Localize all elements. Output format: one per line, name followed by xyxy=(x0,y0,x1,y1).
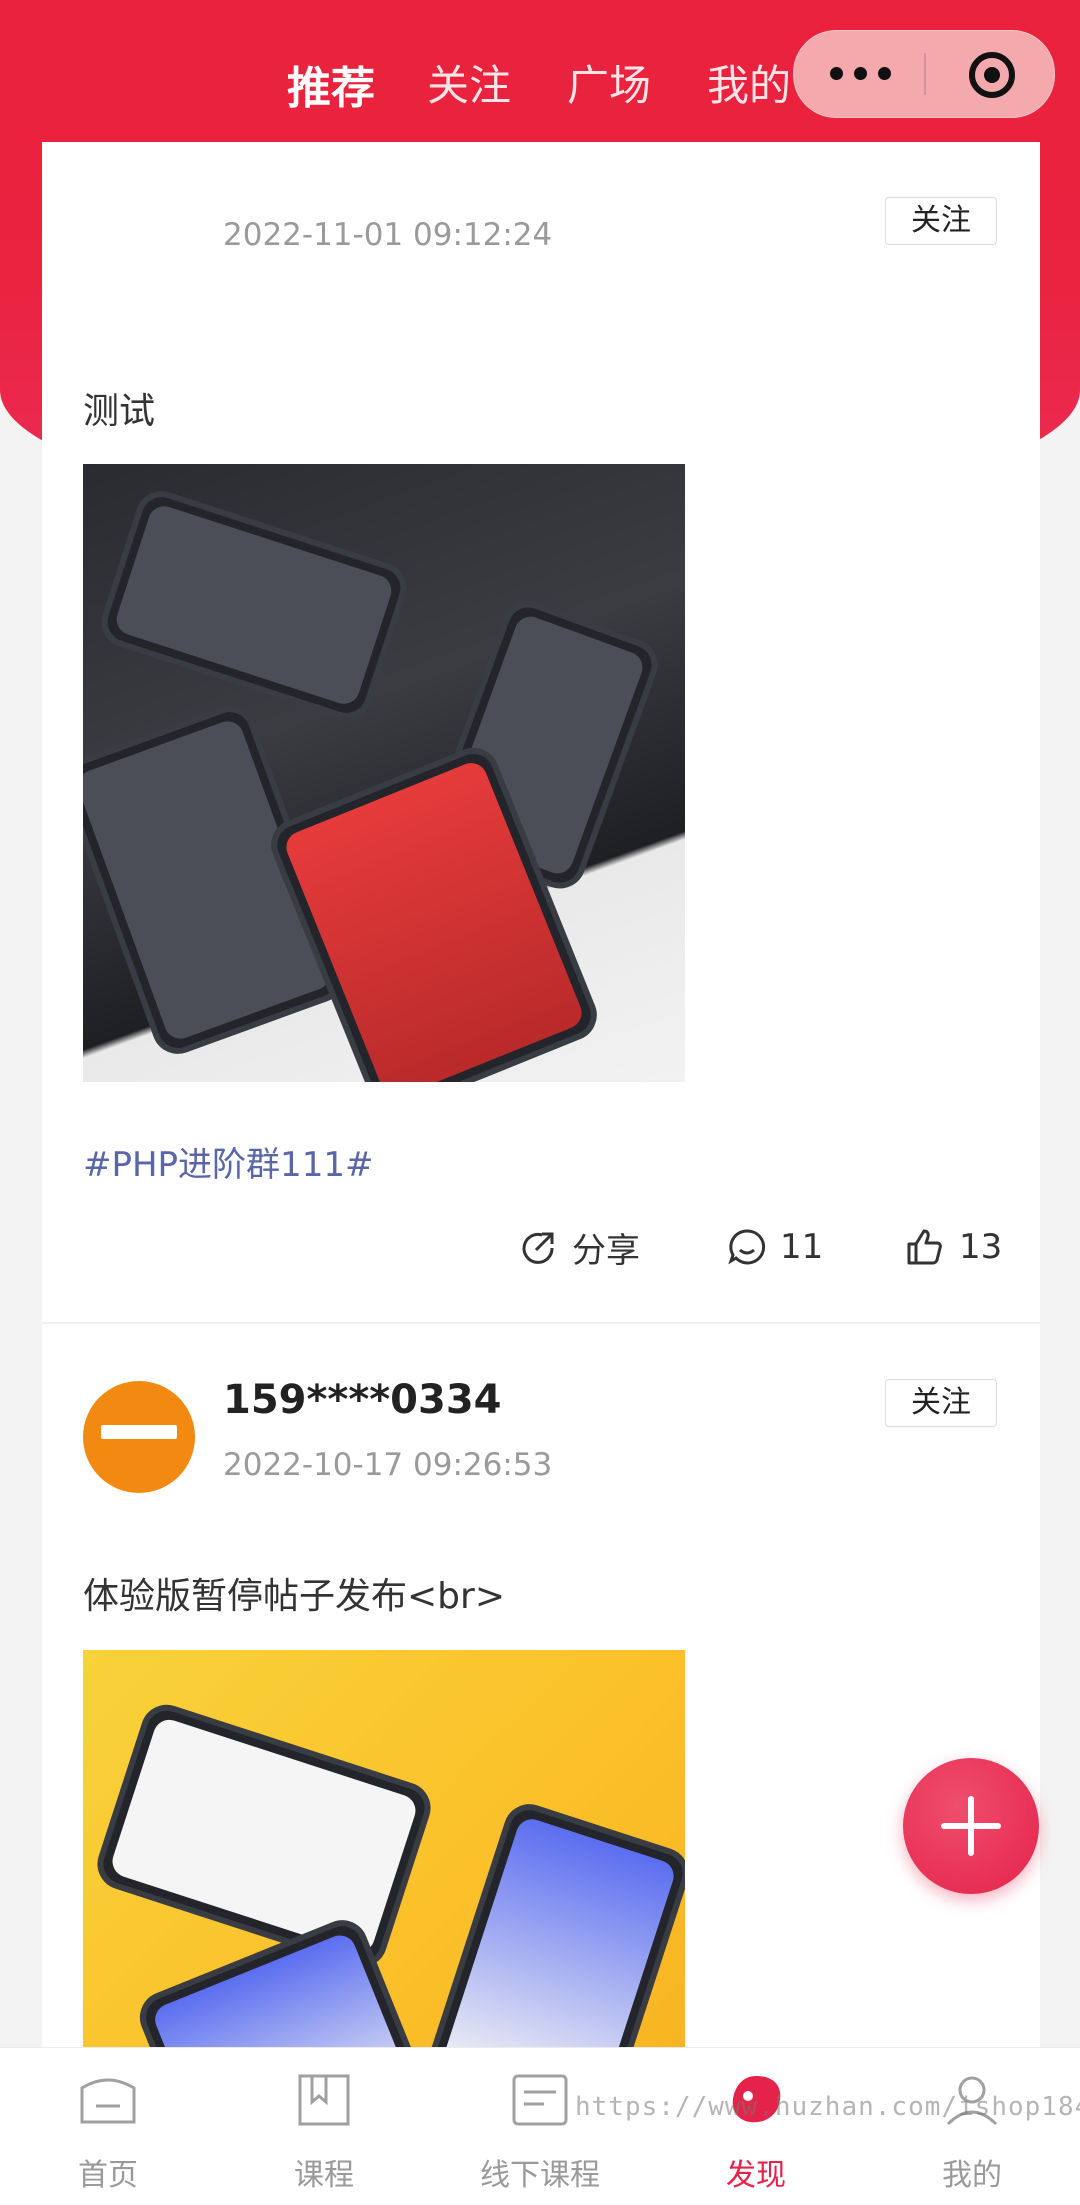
post-image[interactable] xyxy=(83,464,685,1082)
avatar-logo-bar xyxy=(101,1425,177,1439)
top-navigation: 推荐 关注 广场 我的 xyxy=(0,0,1080,140)
tabbar-item-home[interactable]: 首页 xyxy=(0,2048,216,2205)
comment-count: 11 xyxy=(780,1227,824,1267)
target-circle-icon[interactable] xyxy=(969,52,1015,98)
follow-button[interactable]: 关注 xyxy=(885,1379,997,1427)
comment-icon xyxy=(728,1229,766,1265)
tab-follow[interactable]: 关注 xyxy=(427,52,511,113)
post-time: 2022-10-17 09:26:53 xyxy=(223,1447,553,1483)
phone-mockup xyxy=(94,484,414,726)
capsule-divider xyxy=(924,53,926,95)
bottom-tabbar: 首页 课程 线下课程 发现 我的 xyxy=(0,2047,1080,2205)
post-username[interactable]: 159****0334 xyxy=(223,1377,502,1423)
post-content: 体验版暂停帖子发布<br> xyxy=(83,1576,505,1617)
tab-mine[interactable]: 我的 xyxy=(707,52,791,113)
share-button[interactable]: 分享 xyxy=(518,1217,640,1277)
tabbar-label: 首页 xyxy=(78,2158,138,2193)
post-content: 测试 xyxy=(83,391,156,432)
post-topic-tag[interactable]: #PHP进阶群111# xyxy=(83,1137,373,1186)
tabbar-item-mine[interactable]: 我的 xyxy=(864,2048,1080,2205)
tab-recommend[interactable]: 推荐 xyxy=(287,52,375,116)
tabbar-label: 发现 xyxy=(726,2158,786,2193)
comment-button[interactable]: 11 xyxy=(726,1217,823,1277)
tabbar-item-discover[interactable]: 发现 xyxy=(648,2048,864,2205)
post-time: 2022-11-01 09:12:24 xyxy=(223,217,553,253)
post-image[interactable] xyxy=(83,1650,685,2047)
post-actions: 分享 11 13 xyxy=(42,1217,1040,1277)
like-count: 13 xyxy=(959,1227,1003,1267)
share-label: 分享 xyxy=(572,1230,640,1271)
tabbar-label: 线下课程 xyxy=(480,2158,600,2193)
document-icon xyxy=(512,2074,568,2126)
miniprogram-capsule xyxy=(793,30,1055,118)
thumbs-up-icon xyxy=(907,1229,942,1265)
home-icon xyxy=(80,2078,136,2124)
tabbar-item-offline-courses[interactable]: 线下课程 xyxy=(432,2048,648,2205)
phone-mockup xyxy=(90,1698,438,1974)
share-icon xyxy=(522,1232,554,1264)
watermark-text: https://www.huzhan.com/ishop18431 xyxy=(575,2092,1080,2122)
tab-square[interactable]: 广场 xyxy=(567,52,651,113)
tabbar-label: 课程 xyxy=(294,2158,354,2193)
follow-button[interactable]: 关注 xyxy=(885,197,997,245)
post-feed: 2022-11-01 09:12:24 关注 测试 #PHP进阶群111# 分享… xyxy=(42,142,1040,2047)
post-divider xyxy=(42,1322,1040,1324)
tabbar-label: 我的 xyxy=(942,2158,1002,2193)
more-dots-icon[interactable] xyxy=(830,59,891,89)
phone-mockup xyxy=(422,1797,685,2047)
avatar[interactable] xyxy=(83,1381,195,1493)
tabbar-item-courses[interactable]: 课程 xyxy=(216,2048,432,2205)
add-post-button[interactable] xyxy=(903,1758,1039,1894)
bookmark-icon xyxy=(298,2074,350,2126)
like-button[interactable]: 13 xyxy=(905,1217,1002,1277)
